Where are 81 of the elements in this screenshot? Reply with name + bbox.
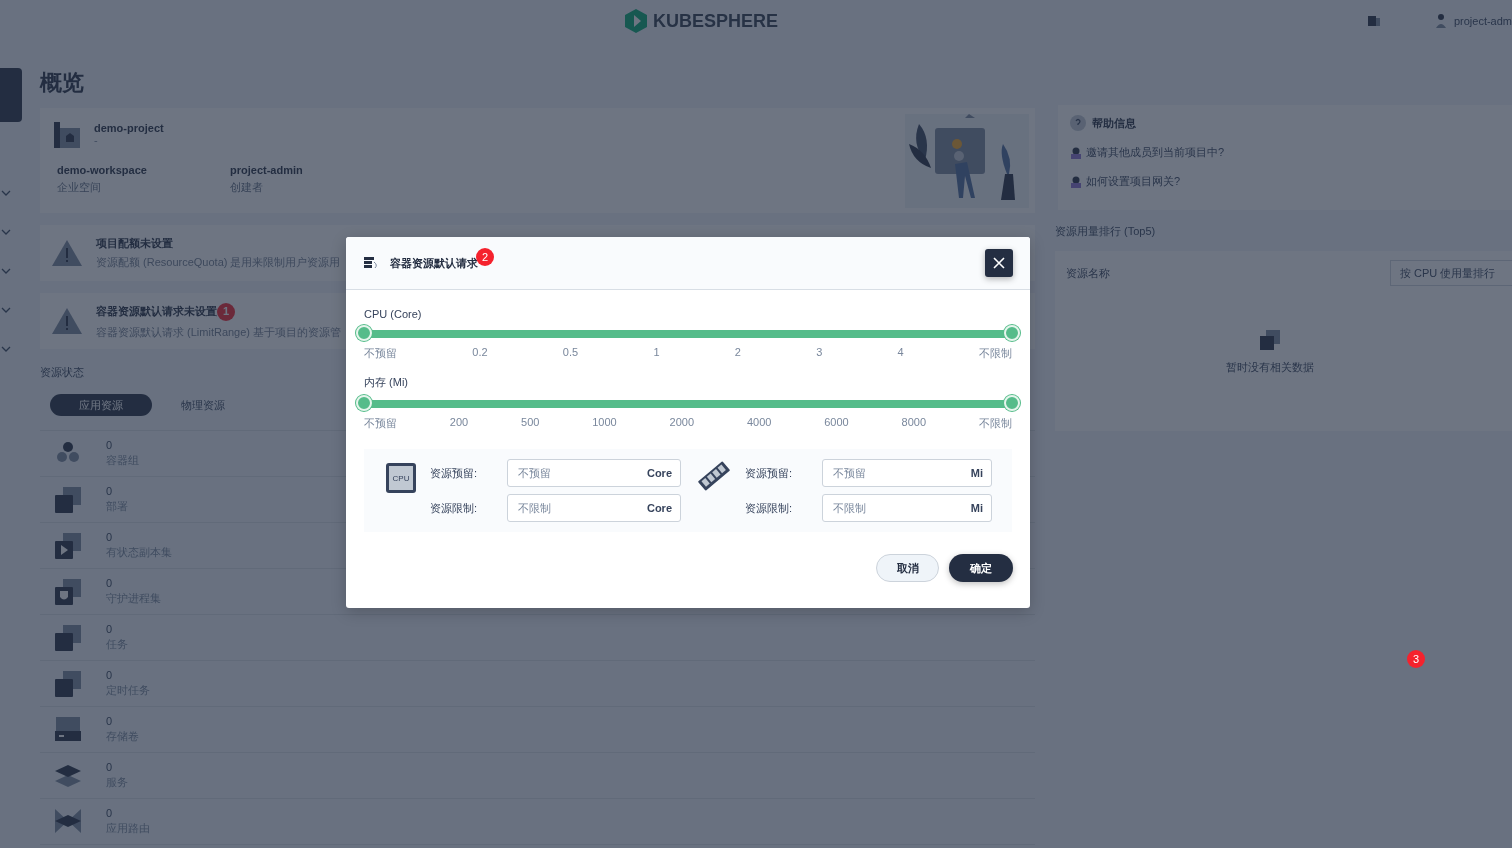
warning-icon bbox=[52, 240, 82, 266]
close-button[interactable] bbox=[985, 249, 1013, 277]
annotation-badge: 2 bbox=[476, 248, 494, 266]
stacked-squares-icon bbox=[55, 578, 81, 605]
user-name[interactable]: project-adm bbox=[1453, 15, 1512, 27]
chevron-down-icon[interactable] bbox=[1, 344, 11, 354]
field-value: demo-workspace bbox=[57, 164, 148, 176]
chevron-down-icon[interactable] bbox=[1, 227, 11, 237]
field-value: project-admin bbox=[230, 164, 304, 176]
unit-label: Core bbox=[646, 467, 672, 479]
project-name: demo-project bbox=[94, 122, 164, 134]
field-label: 资源限制: bbox=[430, 500, 479, 516]
layers-icon bbox=[55, 762, 81, 789]
alert-title: 项目配额未设置 bbox=[96, 236, 173, 251]
confirm-button[interactable]: 确定 bbox=[949, 554, 1013, 582]
empty-message: 暂时没有相关数据 bbox=[1225, 360, 1314, 375]
tick-label: 3 bbox=[816, 346, 823, 360]
stacked-squares-icon bbox=[1259, 330, 1280, 350]
field-label: 资源预留: bbox=[745, 465, 794, 481]
stacked-squares-icon bbox=[55, 486, 81, 513]
stacked-squares-icon bbox=[55, 670, 81, 697]
chevron-down-icon[interactable] bbox=[1, 266, 11, 276]
slider-label: CPU (Core) bbox=[364, 308, 423, 320]
unit-label: Mi bbox=[970, 502, 983, 514]
cpu-icon: CPU bbox=[386, 463, 416, 493]
tick-label: 不预留 bbox=[364, 346, 397, 361]
user-icon[interactable] bbox=[1435, 14, 1446, 28]
dialog-title: 容器资源默认请求 bbox=[390, 255, 478, 271]
stacked-squares-icon bbox=[55, 624, 81, 651]
page-title: 概览 bbox=[40, 69, 85, 97]
slider-handle[interactable] bbox=[356, 325, 372, 341]
tick-label: 200 bbox=[449, 416, 469, 430]
slider-handle[interactable] bbox=[1004, 395, 1020, 411]
close-icon bbox=[993, 257, 1005, 269]
annotation-badge: 3 bbox=[1407, 650, 1425, 668]
slider-handle[interactable] bbox=[1004, 325, 1020, 341]
tick-label: 0.2 bbox=[472, 346, 488, 360]
tick-label: 2 bbox=[734, 346, 741, 360]
tick-label: 6000 bbox=[824, 416, 849, 430]
tick-label: 1000 bbox=[592, 416, 617, 430]
crossed-layers-icon bbox=[55, 808, 81, 835]
slider-handle[interactable] bbox=[356, 395, 372, 411]
warning-icon bbox=[52, 308, 82, 334]
tick-label: 1 bbox=[653, 346, 660, 360]
help-link[interactable]: 如何设置项目网关? bbox=[1086, 174, 1181, 189]
folder-icon bbox=[54, 122, 80, 148]
annotation-badge: 1 bbox=[217, 302, 235, 321]
help-title: 帮助信息 bbox=[1092, 115, 1136, 131]
slider-label: 内存 (Mi) bbox=[364, 375, 409, 390]
tick-label: 2000 bbox=[669, 416, 695, 430]
tick-label: 不限制 bbox=[978, 416, 1012, 431]
field-label: 资源限制: bbox=[745, 500, 794, 516]
tab[interactable]: 应用资源 bbox=[50, 394, 152, 416]
unit-label: Mi bbox=[970, 467, 983, 479]
column-header: 资源名称 bbox=[1066, 265, 1110, 281]
tick-label: 不预留 bbox=[364, 416, 397, 431]
resource-icon bbox=[364, 257, 378, 269]
stacked-squares-icon bbox=[55, 532, 81, 559]
tick-label: 0.5 bbox=[562, 346, 579, 360]
field-label: 资源预留: bbox=[430, 465, 479, 481]
alert-title: 容器资源默认请求未设置 bbox=[96, 304, 217, 319]
tick-label: 8000 bbox=[901, 416, 927, 430]
person-icon bbox=[1070, 175, 1082, 188]
tick-label: 500 bbox=[521, 416, 540, 430]
tick-label: 不限制 bbox=[978, 346, 1012, 361]
disk-icon bbox=[55, 716, 81, 743]
range-slider[interactable] bbox=[355, 325, 1021, 343]
chevron-down-icon[interactable] bbox=[1, 305, 11, 315]
tick-label: 4000 bbox=[746, 416, 772, 430]
chevron-down-icon[interactable] bbox=[1, 188, 11, 198]
range-slider[interactable] bbox=[355, 395, 1021, 413]
project-description: - bbox=[94, 134, 99, 146]
help-icon bbox=[1070, 115, 1086, 131]
logo-text: KUBESPHERE bbox=[653, 10, 779, 32]
logo-icon bbox=[625, 9, 647, 33]
cancel-button[interactable]: 取消 bbox=[876, 554, 939, 582]
tick-label: 4 bbox=[897, 346, 904, 360]
unit-label: Core bbox=[646, 502, 672, 514]
person-icon bbox=[1070, 146, 1082, 159]
document-icon[interactable] bbox=[1367, 16, 1380, 26]
help-link[interactable]: 邀请其他成员到当前项目中? bbox=[1086, 145, 1225, 160]
